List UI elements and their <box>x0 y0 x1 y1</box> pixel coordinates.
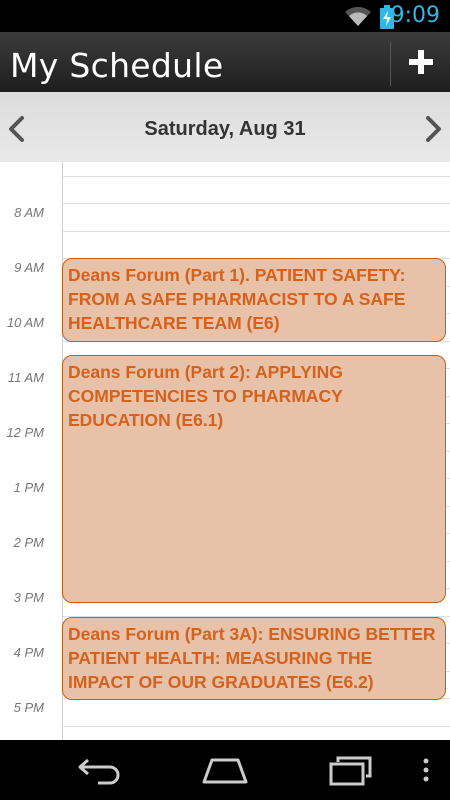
status-bar: 9:09 <box>0 0 450 32</box>
event-title: Deans Forum (Part 1). PATIENT SAFETY: FR… <box>68 265 406 333</box>
event-title: Deans Forum (Part 2): APPLYING COMPETENC… <box>68 362 343 430</box>
status-clock: 9:09 <box>390 3 440 28</box>
time-label: 11 AM <box>7 370 44 385</box>
time-label: 4 PM <box>13 645 44 660</box>
add-button[interactable] <box>391 32 450 92</box>
time-label: 10 AM <box>6 315 44 330</box>
home-icon[interactable] <box>200 754 250 786</box>
plus-icon <box>408 50 433 74</box>
action-bar: My Schedule <box>0 32 450 92</box>
time-label: 5 PM <box>13 700 44 715</box>
chevron-right-icon[interactable] <box>420 114 446 144</box>
grid-line <box>63 203 450 204</box>
time-label: 9 AM <box>14 260 44 275</box>
grid-line <box>63 176 450 177</box>
overflow-menu-icon[interactable] <box>420 754 432 786</box>
date-navigation: Saturday, Aug 31 <box>0 92 450 162</box>
grid-line <box>63 726 450 727</box>
day-schedule[interactable]: 8 AM 9 AM 10 AM 11 AM 12 PM 1 PM 2 PM 3 … <box>0 162 450 740</box>
time-label: 12 PM <box>6 425 44 440</box>
system-nav-bar <box>0 740 450 800</box>
grid-line <box>63 231 450 232</box>
time-label: 2 PM <box>13 535 44 550</box>
date-label: Saturday, Aug 31 <box>144 118 306 140</box>
recent-apps-icon[interactable] <box>328 754 374 786</box>
wifi-icon <box>345 6 371 27</box>
event-title: Deans Forum (Part 3A): ENSURING BETTER P… <box>68 624 436 692</box>
time-column: 8 AM 9 AM 10 AM 11 AM 12 PM 1 PM 2 PM 3 … <box>0 162 62 740</box>
event-block[interactable]: Deans Forum (Part 1). PATIENT SAFETY: FR… <box>62 258 446 342</box>
event-block[interactable]: Deans Forum (Part 2): APPLYING COMPETENC… <box>62 355 446 603</box>
time-label: 1 PM <box>13 480 44 495</box>
time-label: 3 PM <box>13 590 44 605</box>
event-block[interactable]: Deans Forum (Part 3A): ENSURING BETTER P… <box>62 617 446 700</box>
time-label: 8 AM <box>14 205 44 220</box>
back-icon[interactable] <box>76 754 124 786</box>
app-title: My Schedule <box>10 46 224 85</box>
